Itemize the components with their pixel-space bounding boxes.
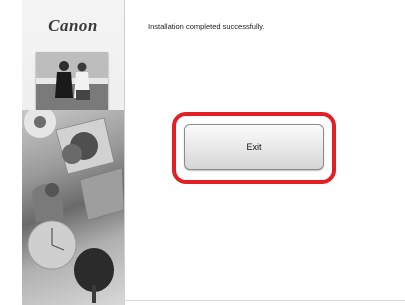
bottom-divider bbox=[124, 300, 405, 301]
brand-logo: Canon bbox=[48, 16, 98, 35]
status-message: Installation completed successfully. bbox=[148, 22, 265, 31]
couple-photo bbox=[36, 52, 108, 110]
sidebar-panel: Canon bbox=[22, 0, 125, 305]
exit-button[interactable]: Exit bbox=[184, 124, 324, 170]
installer-window: Canon Installation completed successfull… bbox=[0, 0, 405, 305]
window-left-edge bbox=[0, 0, 22, 305]
photo-collage bbox=[22, 110, 124, 305]
